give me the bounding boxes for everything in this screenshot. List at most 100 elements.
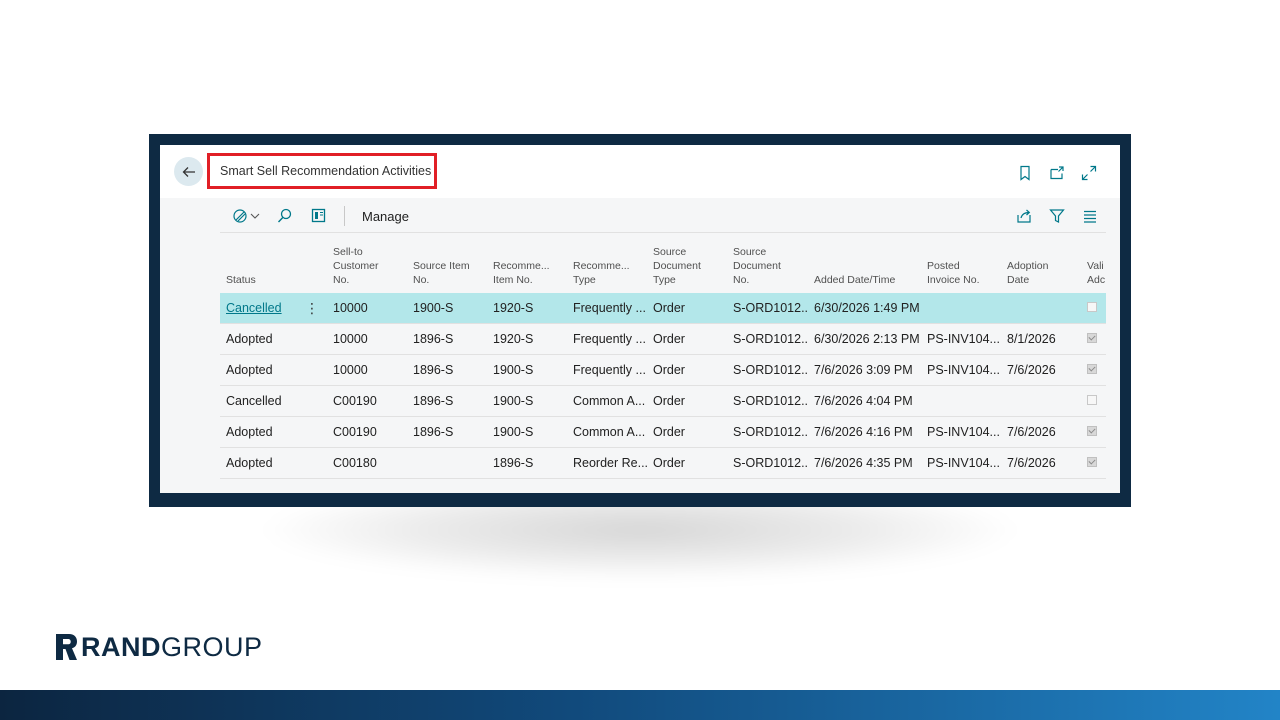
footer-gradient-bar — [0, 690, 1280, 720]
column-header[interactable]: Source Document Type — [647, 241, 727, 293]
row-actions-icon[interactable]: ⋮ — [305, 300, 321, 317]
back-button[interactable] — [174, 157, 203, 186]
column-header-label: Source — [733, 246, 767, 258]
open-in-new-window-icon[interactable] — [1048, 164, 1066, 182]
cell-added: 6/30/2026 1:49 PM — [808, 293, 921, 324]
cell-rec-item: 1920-S — [487, 293, 567, 324]
table-row[interactable]: Adopted C00180 1896-S Reorder Re... Order S-O… — [220, 447, 1106, 479]
column-header[interactable]: Sell-to Customer No. — [327, 241, 407, 293]
column-header-label: Status — [226, 274, 256, 286]
manage-menu[interactable]: Manage — [362, 209, 409, 224]
column-header-label: Sell-to — [333, 246, 363, 258]
cell-invoice — [921, 293, 1001, 324]
search-icon[interactable] — [276, 207, 294, 225]
column-header-label: Source — [653, 246, 687, 258]
cell-invoice: PS-INV104... — [921, 416, 1001, 448]
cell-rec-item: 1920-S — [487, 323, 567, 355]
column-header[interactable]: Vali Adc — [1081, 241, 1106, 293]
cell-status: Adopted — [220, 354, 327, 386]
filter-icon[interactable] — [1048, 207, 1066, 225]
table-row[interactable]: Cancelled C00190 1896-S 1900-S Common A... Or… — [220, 385, 1106, 417]
cell-doc-type: Order — [647, 385, 727, 417]
cell-rec-item: 1900-S — [487, 354, 567, 386]
column-header-label: Adoption — [1007, 260, 1049, 272]
table-body: Cancelled ⋮ 10000 1900-S 1920-S Frequently ..… — [220, 293, 1106, 479]
cell-invoice: PS-INV104... — [921, 447, 1001, 479]
cell-rec-item: 1896-S — [487, 447, 567, 479]
cell-status: Cancelled ⋮ — [220, 293, 327, 324]
expand-icon[interactable] — [1080, 164, 1098, 182]
column-header[interactable]: Adoption Date — [1001, 241, 1081, 293]
toolbar-divider — [220, 232, 1106, 233]
status-link[interactable]: Cancelled — [226, 301, 282, 315]
cell-rec-type: Common A... — [567, 385, 647, 417]
arrow-left-icon — [182, 166, 195, 177]
column-header[interactable]: Recomme... Type — [567, 241, 647, 293]
column-header[interactable]: Status — [220, 241, 327, 293]
column-header-label: Customer — [333, 260, 379, 272]
layout-icon[interactable] — [310, 207, 328, 225]
randgroup-logo: RANDGROUP — [56, 633, 263, 661]
column-header[interactable]: Source Document No. — [727, 241, 808, 293]
valid-checkbox[interactable] — [1087, 302, 1097, 312]
cell-status: Adopted — [220, 447, 327, 479]
logo-text-light: GROUP — [161, 632, 263, 662]
column-header[interactable]: Source Item No. — [407, 241, 487, 293]
page-window: Smart Sell Recommendation Activities Man… — [160, 145, 1120, 493]
cell-valid — [1081, 385, 1106, 417]
cell-added: 7/6/2026 3:09 PM — [808, 354, 921, 386]
bookmark-icon[interactable] — [1016, 164, 1034, 182]
cell-adoption: 7/6/2026 — [1001, 354, 1081, 386]
list-view-icon[interactable] — [1081, 207, 1099, 225]
cell-doc-no: S-ORD1012... — [727, 354, 808, 386]
cell-adoption: 7/6/2026 — [1001, 416, 1081, 448]
column-header[interactable]: Posted Invoice No. — [921, 241, 1001, 293]
share-icon[interactable] — [1015, 207, 1033, 225]
cell-customer: C00190 — [327, 385, 407, 417]
cell-doc-type: Order — [647, 354, 727, 386]
valid-checkbox[interactable] — [1087, 364, 1097, 374]
table-row[interactable]: Adopted 10000 1896-S 1900-S Frequently ... Or… — [220, 354, 1106, 386]
valid-checkbox[interactable] — [1087, 333, 1097, 343]
valid-checkbox[interactable] — [1087, 395, 1097, 405]
cell-source-item: 1896-S — [407, 323, 487, 355]
table-row[interactable]: Cancelled ⋮ 10000 1900-S 1920-S Frequently ..… — [220, 293, 1106, 324]
cell-valid — [1081, 416, 1106, 448]
cell-doc-no: S-ORD1012... — [727, 293, 808, 324]
cell-rec-item: 1900-S — [487, 416, 567, 448]
valid-checkbox[interactable] — [1087, 426, 1097, 436]
cell-valid — [1081, 323, 1106, 355]
column-header[interactable]: Recomme... Item No. — [487, 241, 567, 293]
valid-checkbox[interactable] — [1087, 457, 1097, 467]
table-row[interactable]: Adopted 10000 1896-S 1920-S Frequently ... Or… — [220, 323, 1106, 355]
analysis-mode-icon[interactable] — [230, 207, 262, 225]
cell-doc-type: Order — [647, 447, 727, 479]
cell-adoption — [1001, 293, 1081, 324]
cell-added: 7/6/2026 4:16 PM — [808, 416, 921, 448]
cell-status: Cancelled — [220, 385, 327, 417]
cell-customer: 10000 — [327, 293, 407, 324]
column-header-label: Source Item — [413, 260, 470, 272]
table-row[interactable]: Adopted C00190 1896-S 1900-S Common A... Orde… — [220, 416, 1106, 448]
column-header[interactable]: Added Date/Time — [808, 241, 921, 293]
cell-doc-type: Order — [647, 416, 727, 448]
cell-source-item: 1900-S — [407, 293, 487, 324]
column-header-label: Document — [653, 260, 701, 272]
cell-source-item — [407, 447, 487, 479]
cell-adoption: 8/1/2026 — [1001, 323, 1081, 355]
column-header-label: No. — [733, 274, 750, 286]
column-header-label: Item No. — [493, 274, 533, 286]
cell-added: 7/6/2026 4:04 PM — [808, 385, 921, 417]
column-header-label: Adc — [1087, 274, 1106, 286]
column-header-label: Type — [653, 274, 676, 286]
cell-invoice: PS-INV104... — [921, 323, 1001, 355]
cell-invoice — [921, 385, 1001, 417]
cell-invoice: PS-INV104... — [921, 354, 1001, 386]
cell-rec-type: Frequently ... — [567, 354, 647, 386]
column-header-label: Added Date/Time — [814, 274, 896, 286]
column-header-label: Type — [573, 274, 596, 286]
column-header-label: No. — [333, 274, 350, 286]
cell-adoption: 7/6/2026 — [1001, 447, 1081, 479]
column-header-label: Vali — [1087, 260, 1104, 272]
cell-added: 7/6/2026 4:35 PM — [808, 447, 921, 479]
